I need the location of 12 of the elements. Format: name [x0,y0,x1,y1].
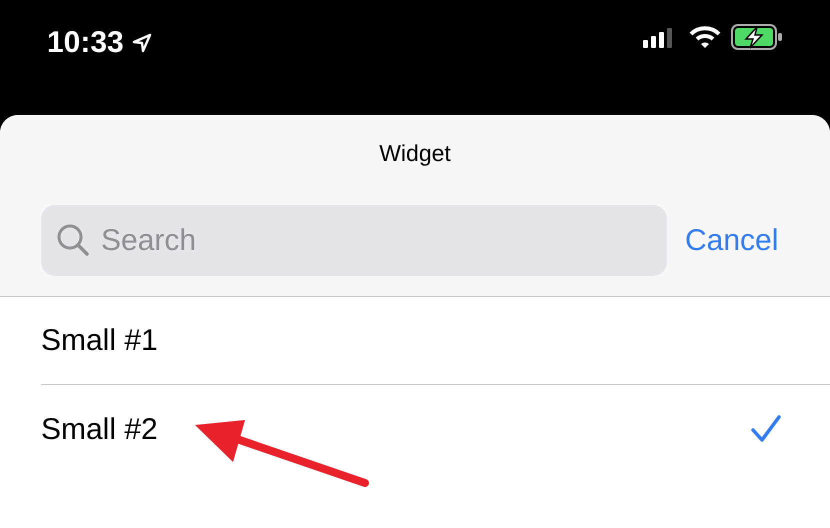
cancel-button[interactable]: Cancel [685,218,778,263]
location-arrow-icon [132,32,152,52]
search-field[interactable]: Search [41,205,667,276]
row-label: Small #2 [41,412,158,448]
status-time: 10:33 [47,25,124,61]
row-label: Small #1 [41,323,158,359]
wifi-icon [689,25,721,49]
search-icon [55,222,91,258]
sheet-title: Widget [379,138,451,168]
list-row[interactable]: Small #2 [41,385,830,473]
list-row[interactable]: Small #1 [41,297,830,385]
checkmark-icon [750,414,782,444]
